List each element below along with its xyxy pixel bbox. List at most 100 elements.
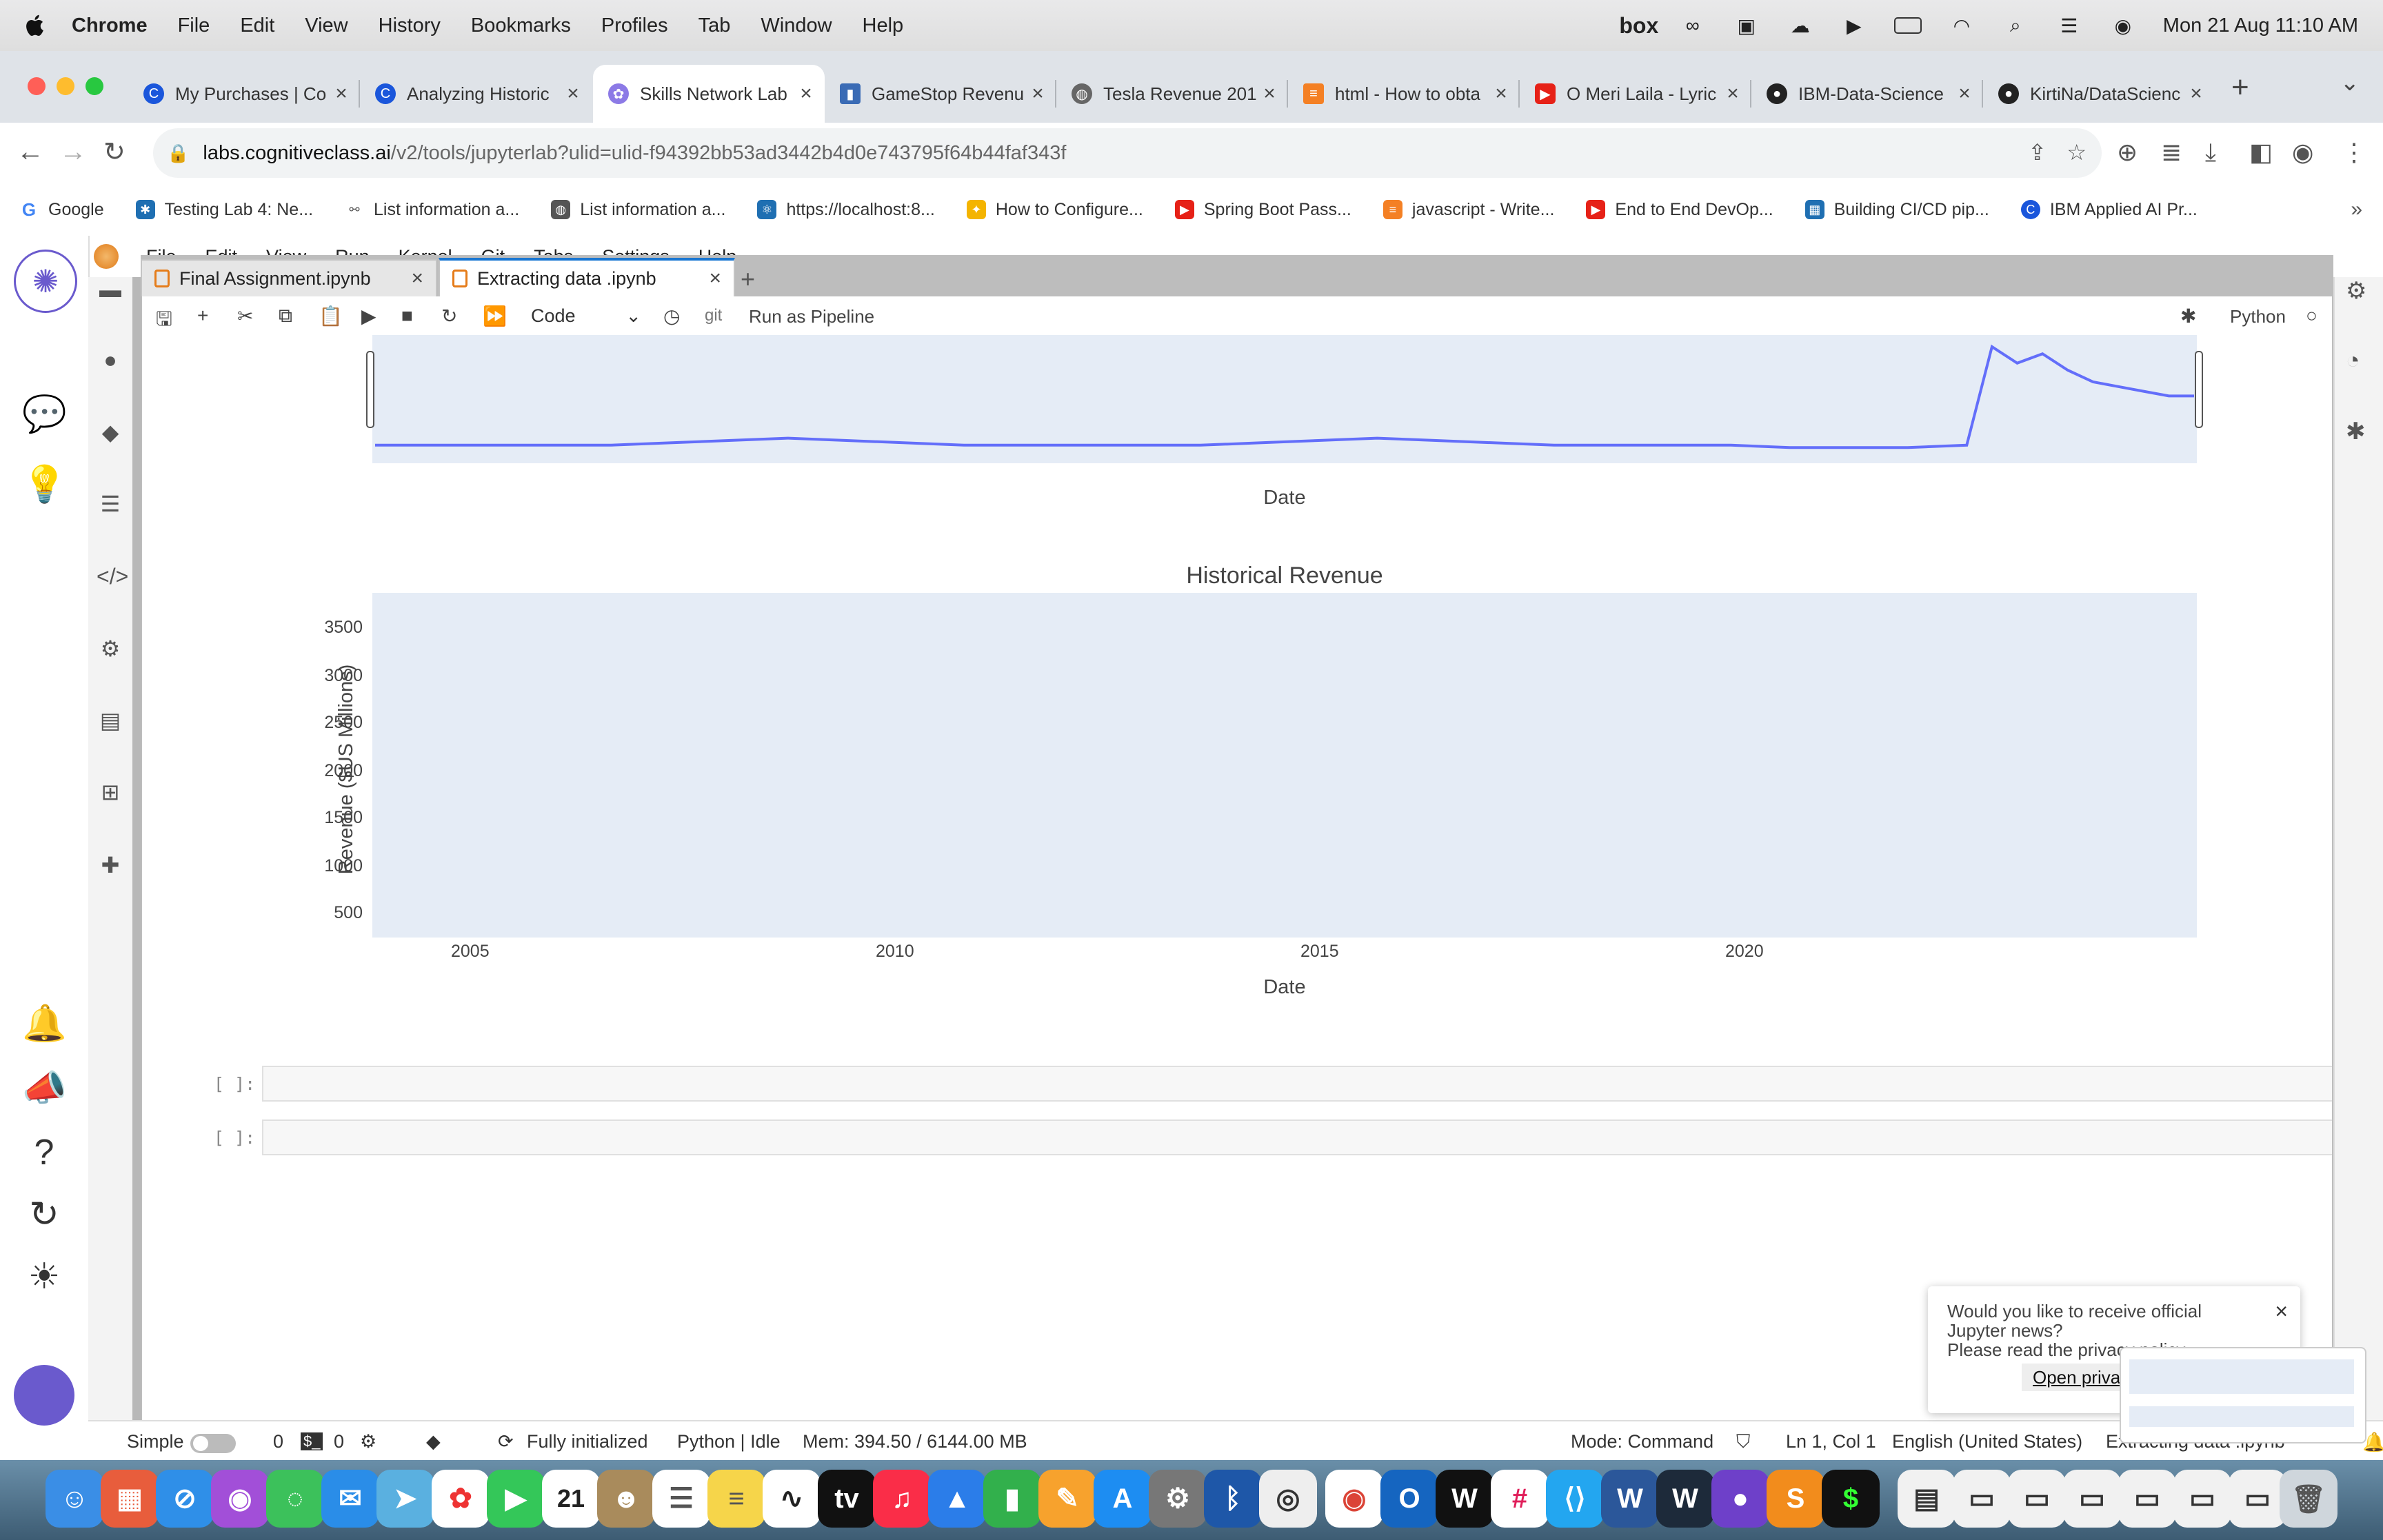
close-tab-icon[interactable]: × bbox=[1491, 82, 1511, 105]
close-tab-icon[interactable]: × bbox=[1954, 82, 1975, 105]
cursor-position[interactable]: Ln 1, Col 1 bbox=[1786, 1431, 1876, 1452]
menu-profiles[interactable]: Profiles bbox=[601, 14, 668, 37]
restart-icon[interactable]: ↻ bbox=[441, 305, 457, 327]
close-icon[interactable]: × bbox=[709, 267, 721, 290]
side-panel-icon[interactable]: ◧ bbox=[2249, 138, 2273, 167]
clock[interactable]: Mon 21 Aug 11:10 AM bbox=[2163, 14, 2358, 37]
kernel-gear-icon[interactable]: ⚙ bbox=[360, 1431, 376, 1452]
bookmark-item[interactable]: ▦ Building CI/CD pip... bbox=[1804, 200, 1989, 220]
podcasts-icon[interactable]: ◉ bbox=[211, 1470, 269, 1528]
finder-icon[interactable]: ☺ bbox=[46, 1470, 103, 1528]
terminal-icon[interactable]: $_ bbox=[301, 1432, 323, 1450]
music-icon[interactable]: ♫ bbox=[873, 1470, 931, 1528]
system-settings-icon[interactable]: ⚙ bbox=[1149, 1470, 1207, 1528]
bookmark-item[interactable]: ▶ Spring Boot Pass... bbox=[1174, 200, 1351, 220]
keynote-icon[interactable]: ▲ bbox=[928, 1470, 986, 1528]
save-icon[interactable]: 🖫 bbox=[156, 305, 172, 338]
menu-view[interactable]: View bbox=[305, 14, 348, 37]
close-window-button[interactable] bbox=[28, 77, 46, 95]
range-slider-handle-left[interactable] bbox=[366, 351, 374, 428]
menu-edit[interactable]: Edit bbox=[240, 14, 274, 37]
trusted-shield-icon[interactable]: ⛉ bbox=[1736, 1431, 1750, 1453]
control-center-icon[interactable]: ☰ bbox=[2055, 15, 2083, 37]
window-thumbnail-icon[interactable]: ▭ bbox=[2173, 1470, 2231, 1528]
numbers-icon[interactable]: ▮ bbox=[983, 1470, 1041, 1528]
resource-usage-icon[interactable]: ◔ bbox=[2346, 347, 2360, 374]
browser-tab-active[interactable]: ✿ Skills Network Lab × bbox=[593, 65, 825, 123]
bell-icon[interactable]: 🔔 bbox=[22, 1002, 67, 1046]
close-icon[interactable]: × bbox=[411, 267, 423, 290]
address-bar[interactable]: 🔒 labs.cognitiveclass.ai/v2/tools/jupyte… bbox=[153, 128, 2102, 178]
git-button[interactable]: git bbox=[705, 306, 722, 325]
mail-icon[interactable]: ✉ bbox=[321, 1470, 379, 1528]
apple-icon[interactable] bbox=[23, 13, 48, 38]
bookmark-item[interactable]: ✱ Testing Lab 4: Ne... bbox=[135, 200, 313, 220]
forward-arrow-icon[interactable]: → bbox=[59, 136, 87, 168]
apple-tv-icon[interactable]: tv bbox=[818, 1470, 876, 1528]
word-icon[interactable]: W bbox=[1601, 1470, 1659, 1528]
menu-tab[interactable]: Tab bbox=[698, 14, 731, 37]
minimize-window-button[interactable] bbox=[57, 77, 74, 95]
code-cell-input[interactable] bbox=[262, 1119, 2332, 1155]
menu-bookmarks[interactable]: Bookmarks bbox=[471, 14, 571, 37]
window-thumbnail-icon[interactable]: ▭ bbox=[2008, 1470, 2066, 1528]
contacts-icon[interactable]: ☻ bbox=[597, 1470, 655, 1528]
github-desktop-icon[interactable]: ● bbox=[1711, 1470, 1769, 1528]
pages-icon[interactable]: ✎ bbox=[1038, 1470, 1096, 1528]
fast-forward-icon[interactable]: ⏩ bbox=[483, 305, 507, 327]
close-tab-icon[interactable]: × bbox=[563, 82, 583, 105]
range-slider-handle-right[interactable] bbox=[2195, 351, 2203, 428]
chrome-menu-icon[interactable]: ⋮ bbox=[2342, 138, 2366, 167]
browser-tab[interactable]: ● KirtiNa/DataScienc × bbox=[1983, 65, 2215, 123]
bookmark-item[interactable]: C IBM Applied AI Pr... bbox=[2020, 200, 2198, 220]
bookmark-star-icon[interactable]: ☆ bbox=[2067, 139, 2087, 165]
insert-cell-icon[interactable]: + bbox=[197, 305, 208, 327]
chat-icon[interactable]: 💬 bbox=[22, 393, 67, 437]
maps-icon[interactable]: ➤ bbox=[376, 1470, 434, 1528]
bookmark-item[interactable]: ◍ List information a... bbox=[551, 200, 725, 220]
doc-tab-extracting-data[interactable]: Extracting data .ipynb × bbox=[439, 258, 735, 296]
git-icon[interactable]: ◆ bbox=[97, 419, 124, 447]
runtime-images-icon[interactable]: ⚙ bbox=[97, 636, 124, 663]
reading-list-icon[interactable]: ≣ bbox=[2161, 138, 2182, 167]
window-thumbnail-icon[interactable]: ▭ bbox=[2063, 1470, 2121, 1528]
property-inspector-icon[interactable]: ⊞ bbox=[97, 779, 124, 807]
cell-type-select[interactable]: Code ⌄ bbox=[531, 303, 641, 328]
theme-sun-icon[interactable]: ☀ bbox=[22, 1256, 66, 1300]
kernel-name[interactable]: Python bbox=[2230, 306, 2286, 327]
folder-thumbnail-icon[interactable]: ▭ bbox=[1953, 1470, 2011, 1528]
paste-icon[interactable]: 📋 bbox=[319, 305, 343, 327]
bluetooth-icon[interactable]: ᛒ bbox=[1204, 1470, 1262, 1528]
code-cell-input[interactable] bbox=[262, 1066, 2332, 1102]
safari-icon[interactable]: ⊘ bbox=[156, 1470, 214, 1528]
siri-icon[interactable]: ◉ bbox=[2109, 15, 2137, 37]
share-icon[interactable]: ⇪ bbox=[2028, 139, 2047, 165]
close-tab-icon[interactable]: × bbox=[331, 82, 352, 105]
run-icon[interactable]: ▶ bbox=[361, 305, 376, 327]
bookmark-item[interactable]: G Google bbox=[19, 199, 104, 220]
browser-tab[interactable]: ▮ GameStop Revenu × bbox=[825, 65, 1056, 123]
help-icon[interactable]: ? bbox=[22, 1132, 66, 1176]
component-catalog-icon[interactable]: ▤ bbox=[97, 707, 124, 735]
skills-network-logo-icon[interactable]: ✺ bbox=[14, 250, 77, 313]
slack-icon[interactable]: # bbox=[1491, 1470, 1549, 1528]
webex-meetings-icon[interactable]: W bbox=[1656, 1470, 1714, 1528]
close-icon[interactable]: × bbox=[2275, 1299, 2288, 1324]
debugger-bug-icon[interactable]: ✱ bbox=[2180, 305, 2196, 327]
simple-mode-toggle[interactable] bbox=[190, 1434, 236, 1453]
reload-icon[interactable]: ↻ bbox=[103, 136, 125, 168]
lightbulb-icon[interactable]: 💡 bbox=[22, 463, 67, 507]
menu-history[interactable]: History bbox=[379, 14, 441, 37]
window-thumbnail-icon[interactable]: ▭ bbox=[2118, 1470, 2176, 1528]
new-tab-button[interactable]: + bbox=[2231, 70, 2249, 105]
outlook-icon[interactable]: O bbox=[1380, 1470, 1438, 1528]
running-kernels-icon[interactable]: ● bbox=[97, 347, 124, 375]
megaphone-icon[interactable]: 📣 bbox=[22, 1067, 67, 1111]
play-circle-icon[interactable]: ▶ bbox=[1840, 15, 1868, 37]
clock-icon[interactable]: ◷ bbox=[663, 305, 680, 327]
window-thumbnail-icon[interactable]: ▭ bbox=[2229, 1470, 2286, 1528]
freeform-icon[interactable]: ∿ bbox=[763, 1470, 821, 1528]
browser-tab[interactable]: C Analyzing Historic × bbox=[360, 65, 592, 123]
facetime-icon[interactable]: ▶ bbox=[487, 1470, 545, 1528]
user-avatar-icon[interactable] bbox=[14, 1365, 74, 1426]
